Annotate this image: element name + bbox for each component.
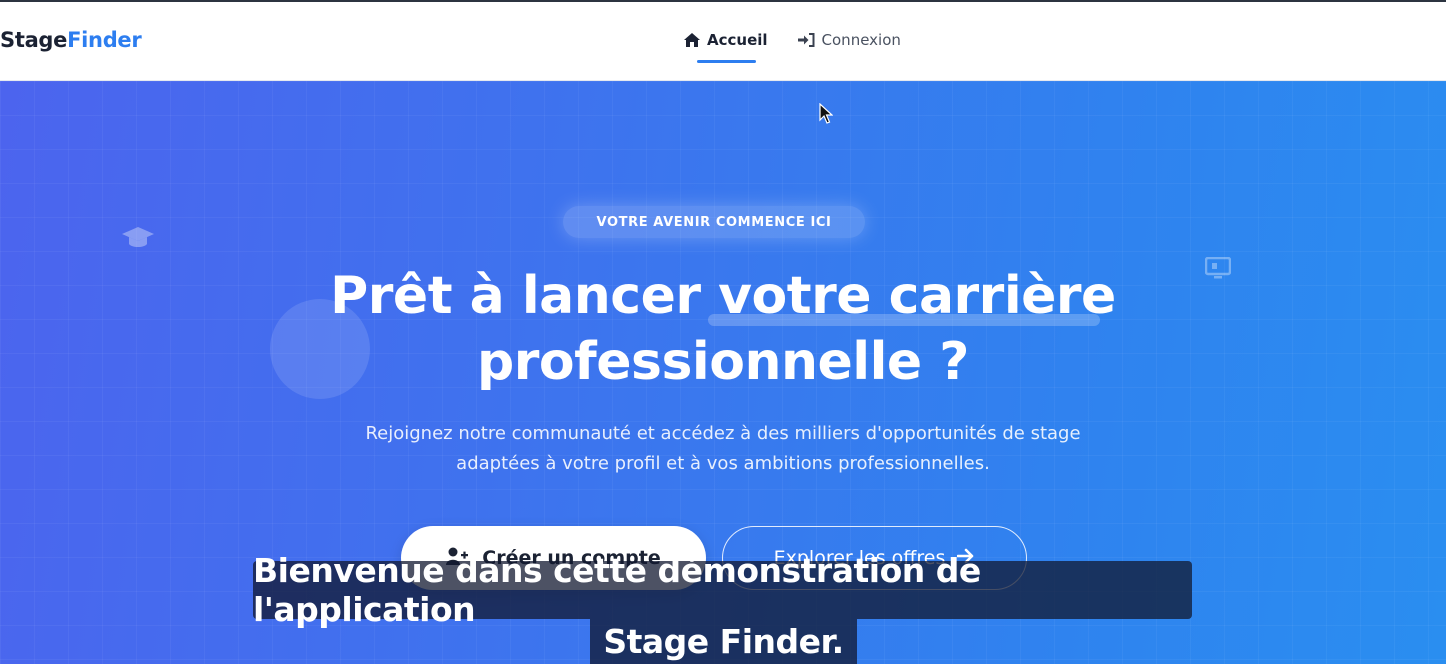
nav-item-connexion-label: Connexion xyxy=(821,31,901,49)
home-icon xyxy=(684,33,700,47)
subtitle-caption-line2: Stage Finder. xyxy=(590,619,857,664)
logo[interactable]: StageFinder xyxy=(0,28,142,52)
hero-subtitle-line1: Rejoignez notre communauté et accédez à … xyxy=(365,423,1081,444)
graduation-cap-icon xyxy=(122,227,154,253)
hero-title-highlight: votre carrière xyxy=(718,266,1116,326)
active-nav-indicator xyxy=(697,60,756,63)
logo-part-stage: Stage xyxy=(0,28,68,52)
nav-item-accueil-label: Accueil xyxy=(707,31,768,49)
hero-title-line2: professionnelle ? xyxy=(477,332,969,392)
nav-item-accueil[interactable]: Accueil xyxy=(684,31,768,63)
navbar: StageFinder Accueil Connexion xyxy=(0,2,1446,81)
mouse-cursor-icon xyxy=(819,102,834,129)
hero-title-part-a: Prêt à lancer xyxy=(330,266,719,326)
hero-subtitle: Rejoignez notre communauté et accédez à … xyxy=(0,419,1446,479)
hero-subtitle-line2: adaptées à votre profil et à vos ambitio… xyxy=(456,453,990,474)
sign-in-icon xyxy=(797,33,815,47)
main-nav: Accueil Connexion xyxy=(684,31,901,63)
hero-title: Prêt à lancer votre carrière professionn… xyxy=(0,263,1446,395)
subtitle-caption-line1: Bienvenue dans cette démonstration de l'… xyxy=(253,551,1192,629)
nav-item-connexion[interactable]: Connexion xyxy=(797,31,901,49)
hero-badge: VOTRE AVENIR COMMENCE ICI xyxy=(563,206,865,238)
logo-part-finder: Finder xyxy=(67,28,142,52)
